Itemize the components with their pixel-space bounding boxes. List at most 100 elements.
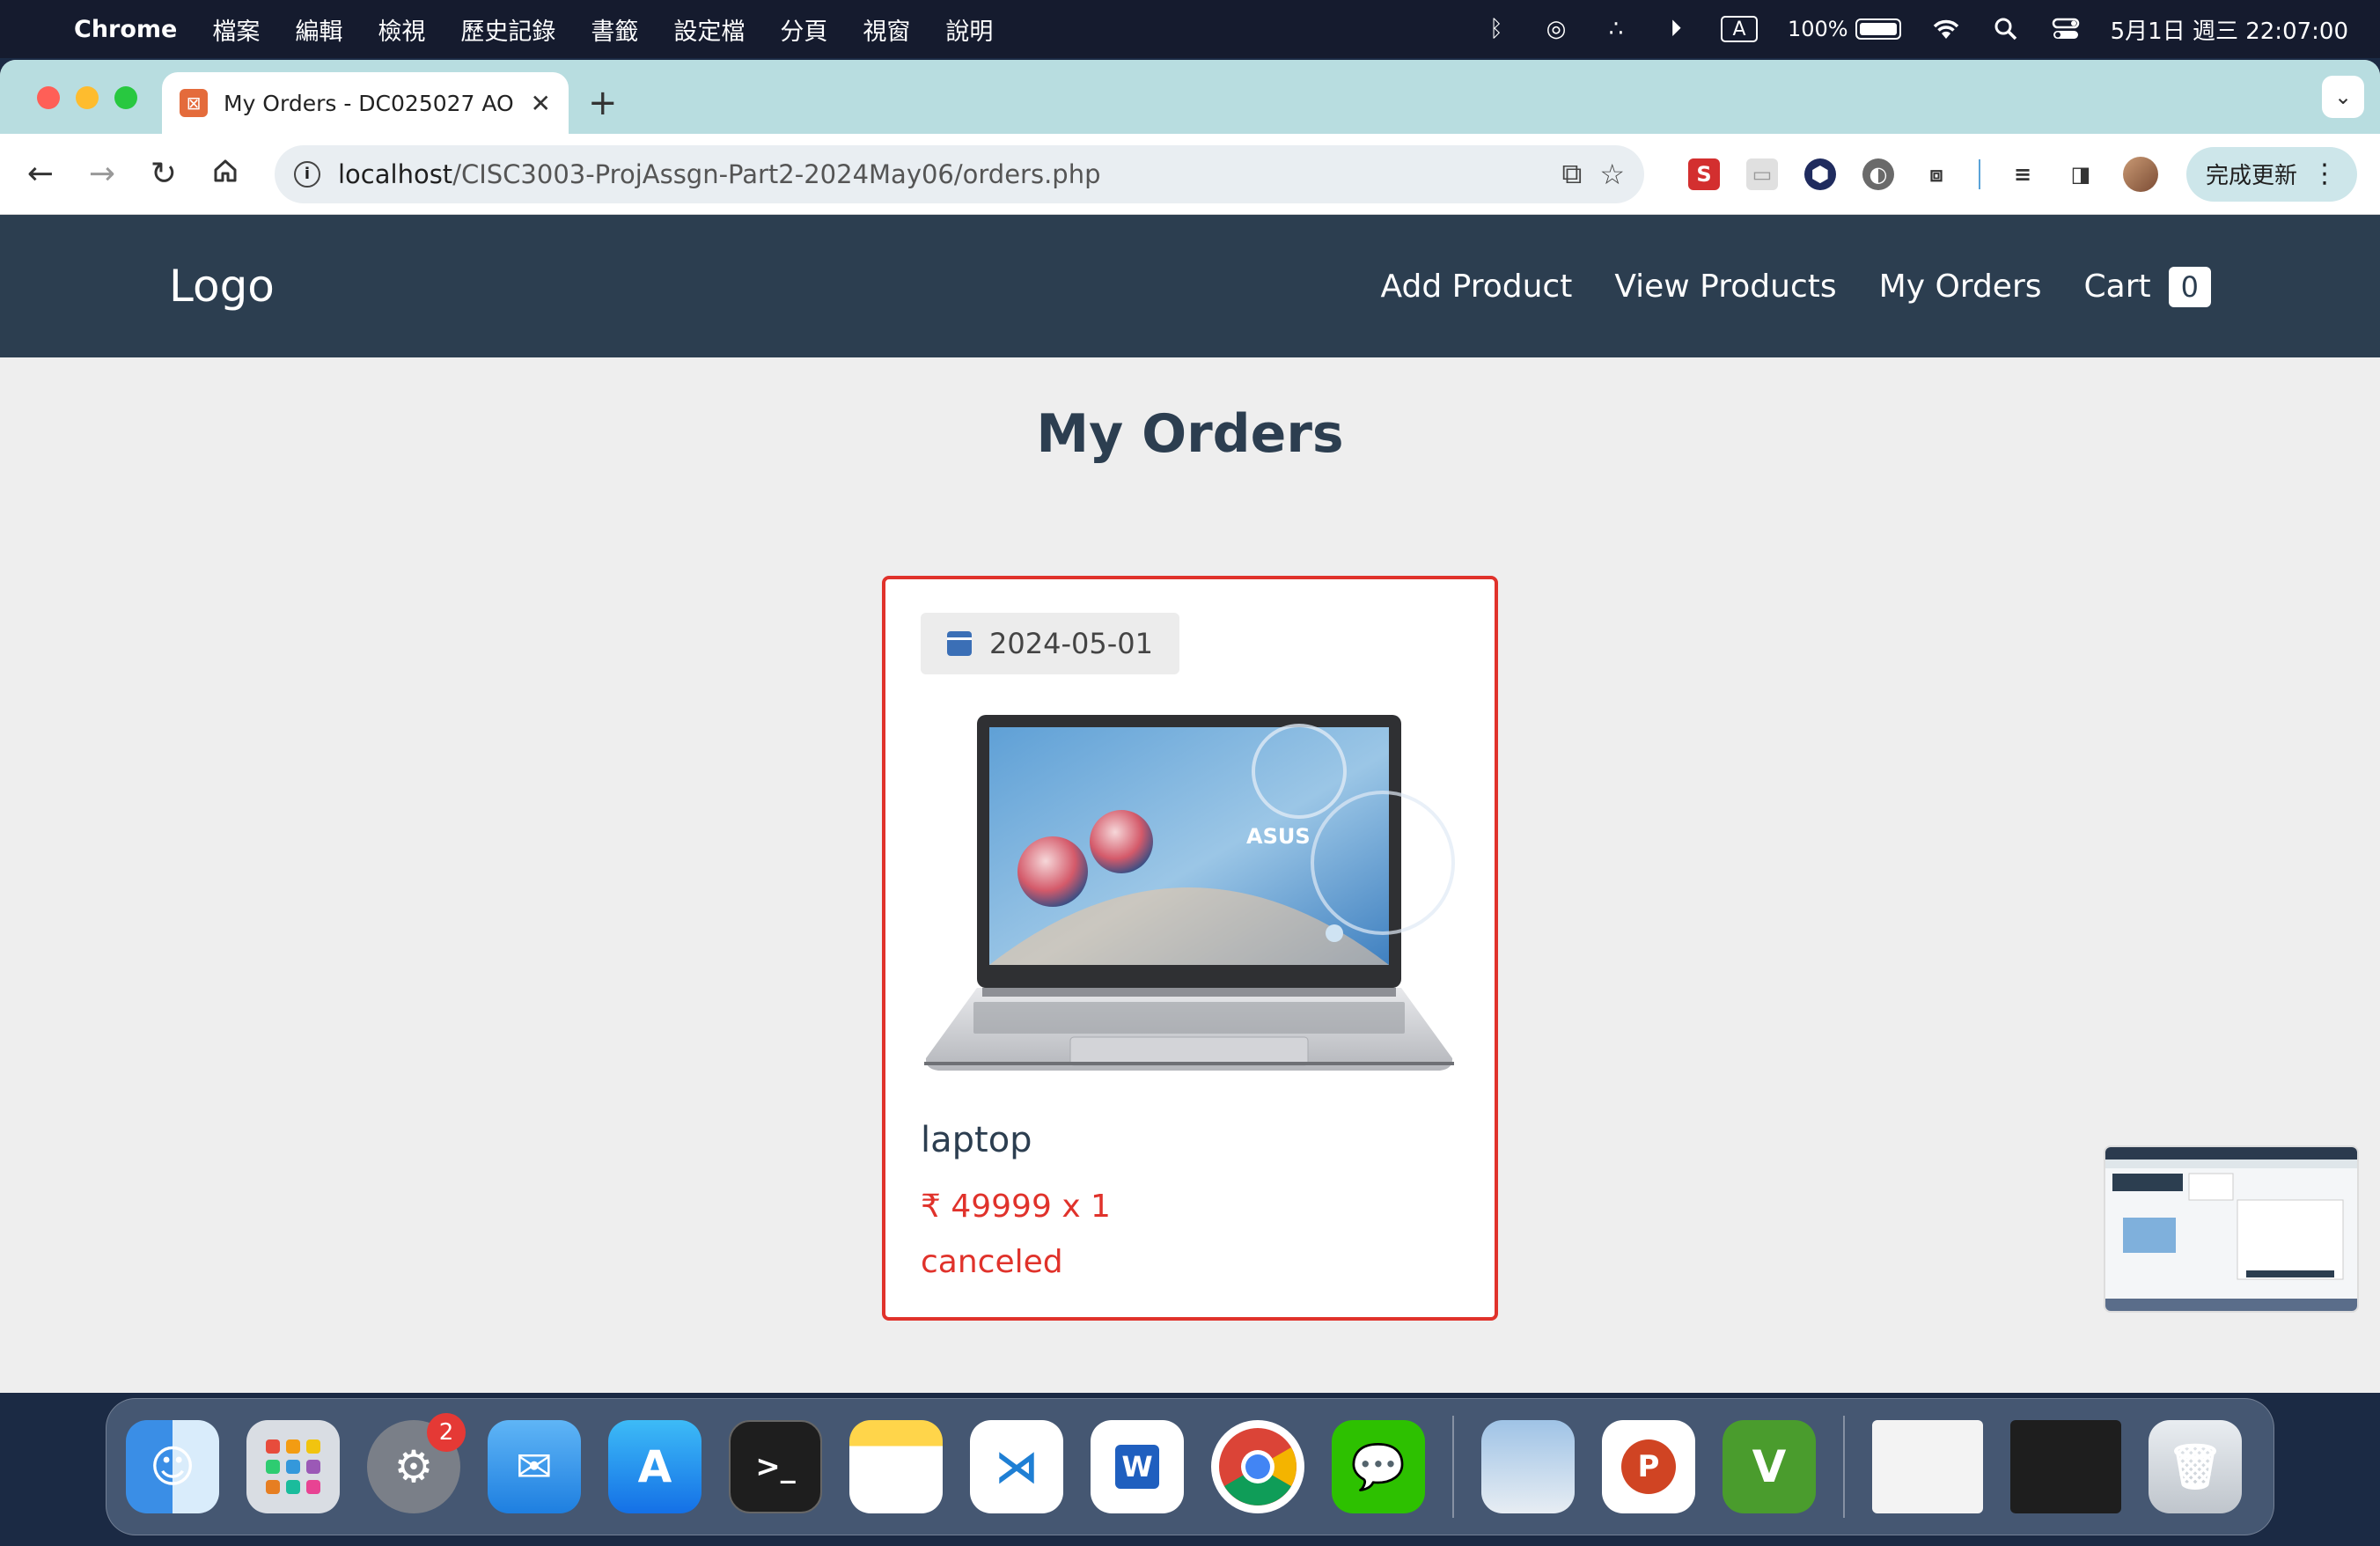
mail-icon[interactable]: ✉: [488, 1420, 581, 1513]
browser-toolbar: ← → ↻ i localhost/CISC3003-ProjAssgn-Par…: [0, 134, 2380, 215]
clock[interactable]: 5月1日 週三 22:07:00: [2111, 13, 2348, 46]
page-title: My Orders: [1036, 403, 1344, 465]
launchpad-icon[interactable]: [246, 1420, 340, 1513]
new-tab-button[interactable]: +: [588, 83, 618, 123]
battery-icon: [1855, 18, 1901, 40]
vscode-window-minimized[interactable]: [2010, 1420, 2121, 1513]
order-date-text: 2024-05-01: [989, 627, 1153, 660]
macos-dock: ☺ ⚙ 2 ✉ A >_ ⋊ W 💬 P V 🗑: [106, 1398, 2274, 1535]
nav-add-product[interactable]: Add Product: [1380, 269, 1572, 305]
status-area: ᛒ ◎ ∴ ⏵ A 100% 5月1日 週三 22:07:00: [1481, 13, 2348, 46]
menu-tab[interactable]: 分頁: [780, 12, 827, 47]
trash-icon[interactable]: 🗑: [2149, 1420, 2242, 1513]
control-center-icon[interactable]: [2051, 14, 2081, 44]
close-window-button[interactable]: [37, 86, 60, 109]
site-navbar: Logo Add Product View Products My Orders…: [0, 215, 2380, 357]
app-store-icon[interactable]: A: [608, 1420, 702, 1513]
dots-icon[interactable]: ∴: [1601, 14, 1631, 44]
chrome-icon[interactable]: [1211, 1420, 1304, 1513]
extension-hex-icon[interactable]: ⬢: [1804, 158, 1836, 190]
vim-icon[interactable]: V: [1723, 1420, 1816, 1513]
back-button[interactable]: ←: [23, 156, 58, 192]
xampp-favicon-icon: ⊠: [180, 89, 208, 117]
page-viewport: Logo Add Product View Products My Orders…: [0, 215, 2380, 1393]
dock-divider: [1843, 1416, 1845, 1518]
extension-caption-icon[interactable]: ▭: [1746, 158, 1778, 190]
order-card: 2024-05-01 ASUS laptop ₹ 49999 x 1 cance…: [882, 576, 1498, 1321]
menu-history[interactable]: 歷史記錄: [460, 12, 555, 47]
order-date: 2024-05-01: [921, 613, 1179, 674]
menu-edit[interactable]: 編輯: [295, 12, 342, 47]
reading-list-icon[interactable]: ≡: [2007, 158, 2038, 190]
extension-s-icon[interactable]: S: [1688, 158, 1720, 190]
nav-view-products[interactable]: View Products: [1614, 269, 1836, 305]
battery-status[interactable]: 100%: [1788, 17, 1901, 41]
menu-app-name[interactable]: Chrome: [74, 16, 177, 43]
settings-badge: 2: [427, 1413, 466, 1452]
update-label: 完成更新: [2205, 163, 2297, 189]
nav-links: Add Product View Products My Orders Cart…: [1380, 266, 2211, 307]
forward-button[interactable]: →: [84, 156, 120, 192]
cart-count-badge: 0: [2168, 266, 2211, 307]
nav-my-orders[interactable]: My Orders: [1879, 269, 2042, 305]
url-path: /CISC3003-ProjAssgn-Part2-2024May06/orde…: [452, 158, 1101, 189]
chrome-window-minimized[interactable]: [1872, 1420, 1983, 1513]
menu-view[interactable]: 檢視: [378, 12, 425, 47]
url-text[interactable]: localhost/CISC3003-ProjAssgn-Part2-2024M…: [338, 159, 1544, 189]
product-name: laptop: [921, 1120, 1032, 1160]
input-source-indicator[interactable]: A: [1720, 16, 1758, 42]
powerpoint-icon[interactable]: P: [1602, 1420, 1695, 1513]
notes-icon[interactable]: [849, 1420, 943, 1513]
play-icon[interactable]: ⏵: [1661, 14, 1691, 44]
system-settings-icon[interactable]: ⚙ 2: [367, 1413, 466, 1513]
airdrop-icon[interactable]: ◎: [1541, 14, 1571, 44]
menu-profiles[interactable]: 設定檔: [673, 12, 745, 47]
zoom-window-button[interactable]: [114, 86, 137, 109]
site-info-icon[interactable]: i: [294, 160, 320, 188]
tab-title: My Orders - DC025027 AO C: [224, 90, 515, 116]
update-chrome-button[interactable]: 完成更新 ⋮: [2185, 146, 2357, 202]
side-panel-icon[interactable]: ◨: [2065, 158, 2097, 190]
site-logo[interactable]: Logo: [169, 261, 275, 312]
screenshot-thumbnail-preview[interactable]: [2104, 1145, 2359, 1313]
calendar-icon: [947, 631, 972, 656]
tab-strip: ⊠ My Orders - DC025027 AO C ✕ + ⌄: [0, 60, 2380, 134]
extensions-puzzle-icon[interactable]: ⧈: [1921, 158, 1952, 190]
bookmark-star-icon[interactable]: ☆: [1599, 158, 1625, 191]
extension-color-icon[interactable]: ◐: [1862, 158, 1894, 190]
home-button[interactable]: [208, 156, 243, 192]
order-status: canceled: [921, 1244, 1063, 1280]
nav-cart-label: Cart: [2083, 268, 2151, 305]
wechat-icon[interactable]: 💬: [1332, 1420, 1425, 1513]
minimize-window-button[interactable]: [76, 86, 99, 109]
tab-search-chevron-icon[interactable]: ⌄: [2322, 76, 2364, 118]
tab-my-orders[interactable]: ⊠ My Orders - DC025027 AO C ✕: [162, 72, 569, 134]
search-icon[interactable]: [1991, 14, 2021, 44]
vscode-icon[interactable]: ⋊: [970, 1420, 1063, 1513]
order-price: ₹ 49999 x 1: [921, 1189, 1111, 1225]
battery-percent: 100%: [1787, 17, 1848, 41]
bluetooth-icon[interactable]: ᛒ: [1481, 14, 1511, 44]
reload-button[interactable]: ↻: [146, 156, 181, 192]
thumbnail-image: [2105, 1147, 2357, 1311]
close-tab-icon[interactable]: ✕: [531, 89, 551, 118]
address-bar[interactable]: i localhost/CISC3003-ProjAssgn-Part2-202…: [275, 144, 1644, 203]
browser-window: ⊠ My Orders - DC025027 AO C ✕ + ⌄ ← → ↻ …: [0, 60, 2380, 1393]
menu-bookmarks[interactable]: 書籤: [591, 12, 638, 47]
menu-file[interactable]: 檔案: [212, 12, 260, 47]
extensions-area: S ▭ ⬢ ◐ ⧈ ≡ ◨: [1688, 156, 2158, 192]
url-host: localhost: [338, 158, 453, 189]
wifi-icon[interactable]: [1931, 14, 1961, 44]
kebab-menu-icon: ⋮: [2311, 158, 2338, 189]
nav-cart[interactable]: Cart 0: [2083, 266, 2211, 307]
terminal-icon[interactable]: >_: [729, 1420, 822, 1513]
profile-avatar[interactable]: [2123, 156, 2158, 192]
toolbar-divider: [1979, 158, 1980, 189]
translate-icon[interactable]: ⧉: [1561, 157, 1582, 191]
finder-icon[interactable]: ☺: [126, 1420, 219, 1513]
preview-icon[interactable]: [1481, 1420, 1575, 1513]
word-icon[interactable]: W: [1091, 1420, 1184, 1513]
menu-help[interactable]: 說明: [945, 12, 993, 47]
menu-window[interactable]: 視窗: [863, 12, 910, 47]
dock-divider: [1452, 1416, 1454, 1518]
